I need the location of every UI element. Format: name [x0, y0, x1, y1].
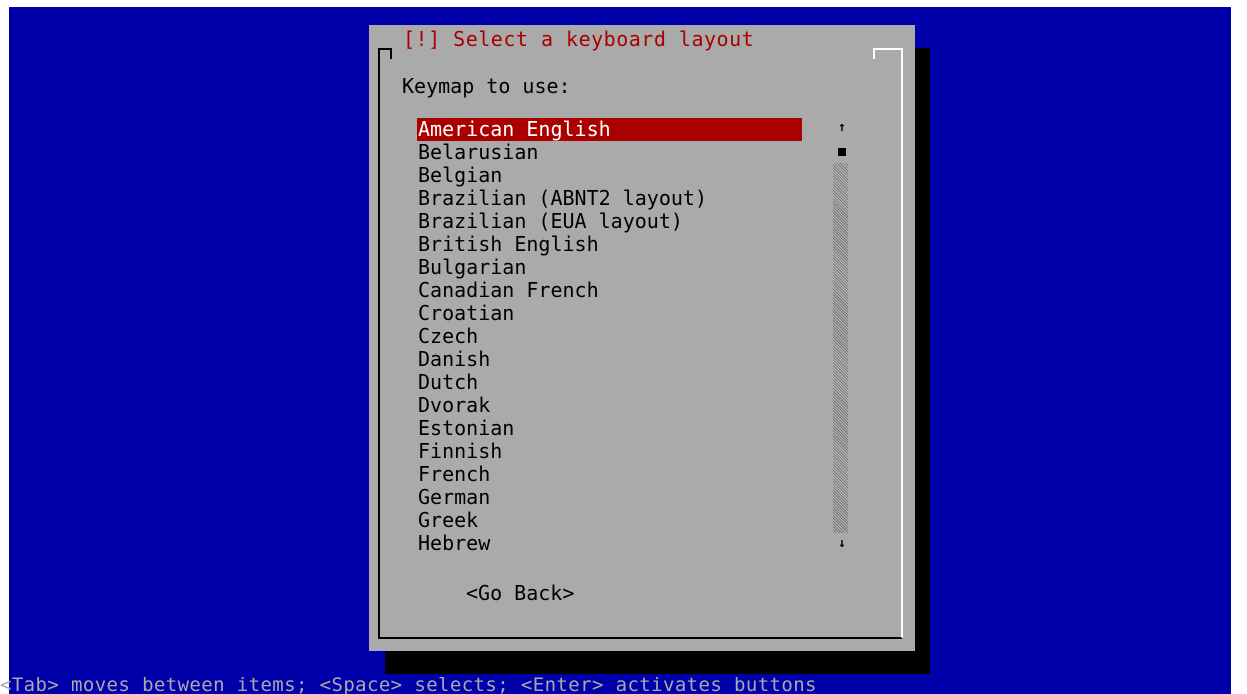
screen-edge-left: [0, 0, 9, 694]
keymap-option[interactable]: Brazilian (EUA layout): [417, 210, 802, 233]
keymap-option[interactable]: Dvorak: [417, 394, 802, 417]
screen-edge-right: [1231, 0, 1247, 694]
keymap-option[interactable]: Czech: [417, 325, 802, 348]
arrow-up-icon[interactable]: ↑: [832, 118, 852, 138]
arrow-down-icon[interactable]: ↓: [832, 534, 852, 554]
keymap-option[interactable]: Belarusian: [417, 141, 802, 164]
keymap-scrollbar[interactable]: ↑ ↓: [832, 118, 852, 555]
keymap-prompt: Keymap to use:: [402, 74, 571, 98]
keymap-option[interactable]: Brazilian (ABNT2 layout): [417, 187, 802, 210]
keymap-option[interactable]: Bulgarian: [417, 256, 802, 279]
keymap-option[interactable]: Croatian: [417, 302, 802, 325]
installer-screen: [!] Select a keyboard layout Keymap to u…: [0, 0, 1247, 694]
keymap-option[interactable]: Canadian French: [417, 279, 802, 302]
dialog-frame-tick-right: [873, 48, 875, 59]
go-back-button[interactable]: <Go Back>: [466, 581, 574, 605]
keymap-option[interactable]: Danish: [417, 348, 802, 371]
keymap-option[interactable]: German: [417, 486, 802, 509]
keymap-option[interactable]: Hebrew: [417, 532, 802, 555]
help-line: <Tab> moves between items; <Space> selec…: [0, 674, 817, 694]
keymap-option[interactable]: British English: [417, 233, 802, 256]
dialog-title: [!] Select a keyboard layout: [403, 27, 755, 51]
dialog-frame-top-right: [873, 48, 903, 50]
keymap-option[interactable]: Belgian: [417, 164, 802, 187]
keyboard-layout-dialog: [!] Select a keyboard layout Keymap to u…: [369, 25, 915, 651]
keymap-option[interactable]: Finnish: [417, 440, 802, 463]
keymap-option[interactable]: Dutch: [417, 371, 802, 394]
keymap-option[interactable]: Estonian: [417, 417, 802, 440]
keymap-option[interactable]: Greek: [417, 509, 802, 532]
dialog-frame-tick-left: [390, 48, 392, 59]
scrollbar-thumb[interactable]: [838, 148, 846, 156]
keymap-option[interactable]: French: [417, 463, 802, 486]
scrollbar-track[interactable]: [833, 163, 848, 533]
keymap-option[interactable]: American English: [417, 118, 802, 141]
keymap-list[interactable]: American English Belarusian Belgian Brazili…: [417, 118, 802, 555]
screen-edge-top: [0, 0, 1247, 7]
